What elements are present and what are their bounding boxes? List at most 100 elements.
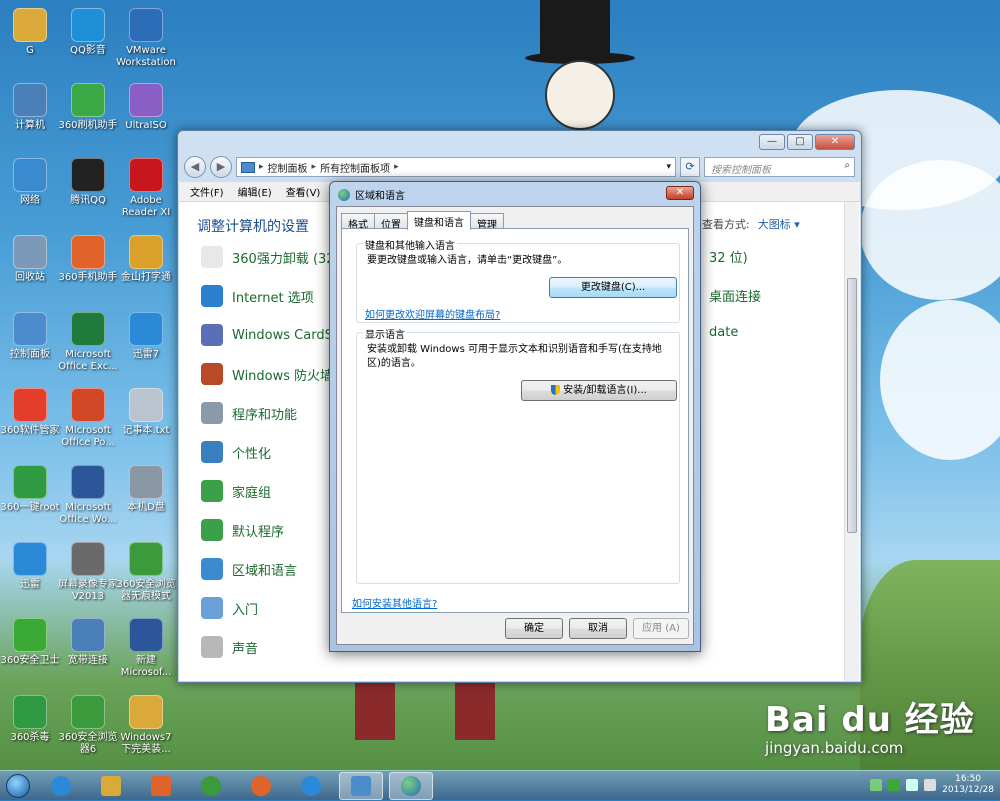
close-button[interactable]: ✕	[815, 134, 855, 150]
desktop-icon[interactable]: 本机D盘	[116, 465, 176, 514]
start-button[interactable]	[0, 771, 36, 801]
cancel-button[interactable]: 取消	[569, 618, 627, 639]
search-icon[interactable]: ⌕	[844, 160, 850, 171]
desktop-icon[interactable]: 记事本.txt	[116, 388, 176, 437]
desktop-icon[interactable]: 360手机助手	[58, 235, 118, 284]
ok-button[interactable]: 确定	[505, 618, 563, 639]
desktop-icon[interactable]: 360安全浏览器无痕模式	[116, 542, 176, 603]
control-panel-item[interactable]: 个性化	[201, 441, 271, 463]
dialog-close-button[interactable]: ✕	[666, 186, 694, 200]
control-panel-item[interactable]: 区域和语言	[201, 558, 297, 580]
desktop-icon[interactable]: 迅雷7	[116, 312, 176, 361]
view-value[interactable]: 大图标 ▾	[758, 218, 800, 231]
refresh-button[interactable]: ⟳	[680, 157, 700, 177]
apply-button[interactable]: 应用 (A)	[633, 618, 689, 639]
desktop-icon[interactable]: UltraISO	[116, 83, 176, 132]
desktop-icon[interactable]: 宽带连接	[58, 618, 118, 667]
desktop-icon[interactable]: VMware Workstation	[116, 8, 176, 69]
region-language-dialog[interactable]: 区域和语言 ✕ 格式 位置 键盘和语言 管理 键盘和其他输入语言 要更改键盘或输…	[329, 181, 701, 652]
control-panel-item-label: 个性化	[232, 446, 272, 462]
desktop-icon-label: 宽带连接	[68, 655, 108, 666]
desktop-icon[interactable]: Microsoft Office Wo...	[58, 465, 118, 526]
drive-icon	[129, 465, 163, 499]
back-button[interactable]: ◀	[184, 156, 206, 178]
desktop-icon[interactable]: QQ影音	[58, 8, 118, 57]
taskbar-360-phone[interactable]	[239, 772, 283, 800]
maximize-button[interactable]: □	[787, 134, 813, 150]
control-panel-icon	[241, 161, 255, 173]
desktop-icon[interactable]: 计算机	[0, 83, 60, 132]
taskbar-thunder[interactable]	[289, 772, 333, 800]
desktop-icon[interactable]: 控制面板	[0, 312, 60, 361]
desktop-icon-label: Adobe Reader XI	[121, 195, 171, 218]
network-tray-icon[interactable]	[906, 779, 919, 791]
360-phone-icon	[251, 775, 271, 796]
menu-edit[interactable]: 编辑(E)	[238, 184, 272, 199]
control-panel-item[interactable]: 家庭组	[201, 480, 271, 502]
taskbar-media[interactable]	[139, 772, 183, 800]
install-other-languages-link[interactable]: 如何安装其他语言?	[352, 595, 437, 610]
tab-keyboards-languages[interactable]: 键盘和语言	[407, 211, 471, 230]
control-panel-item[interactable]: Internet 选项	[201, 285, 314, 307]
desktop-icon[interactable]: 迅雷	[0, 542, 60, 591]
desktop-icon[interactable]: 新建 Microsof...	[116, 618, 176, 679]
scrollbar-thumb[interactable]	[847, 278, 857, 533]
taskbar-ie[interactable]	[39, 772, 83, 800]
welcome-screen-keyboard-link[interactable]: 如何更改欢迎屏幕的键盘布局?	[365, 306, 500, 321]
menu-file[interactable]: 文件(F)	[190, 184, 224, 199]
install-language-button[interactable]: 安装/卸载语言(I)...	[521, 380, 677, 401]
menu-view[interactable]: 查看(V)	[286, 184, 321, 199]
desktop-icon[interactable]: 360软件管家	[0, 388, 60, 437]
dialog-title-bar: 区域和语言	[338, 187, 405, 202]
desktop-icon-label: 回收站	[15, 272, 45, 283]
control-panel-item[interactable]: 360强力卸载 (32	[201, 246, 335, 268]
taskbar-region-language[interactable]	[389, 771, 433, 800]
control-panel-item[interactable]: Windows CardSp	[201, 324, 341, 346]
desktop-icon[interactable]: 屏幕录像专家V2013	[58, 542, 118, 603]
tab-location[interactable]: 位置	[374, 213, 408, 231]
control-panel-item[interactable]: Windows 防火墙	[201, 363, 333, 385]
tab-format[interactable]: 格式	[341, 213, 375, 231]
control-panel-item[interactable]: 默认程序	[201, 519, 284, 541]
minimize-button[interactable]: —	[759, 134, 785, 150]
breadcrumb-control-panel[interactable]: 控制面板	[268, 160, 308, 175]
desktop-icon[interactable]: 金山打字通	[116, 235, 176, 284]
item-fragment[interactable]: 桌面连接	[709, 286, 761, 305]
desktop-icon[interactable]: G	[0, 8, 60, 57]
address-bar[interactable]: ▸ 控制面板 ▸ 所有控制面板项 ▸ ▾	[236, 157, 676, 177]
control-panel-item[interactable]: 入门	[201, 597, 258, 619]
desktop-icon[interactable]: 回收站	[0, 235, 60, 284]
forward-button[interactable]: ▶	[210, 156, 232, 178]
control-panel-item[interactable]: 程序和功能	[201, 402, 297, 424]
volume-icon[interactable]	[924, 779, 937, 791]
address-dropdown-icon[interactable]: ▾	[666, 162, 671, 172]
360-tray-icon[interactable]	[888, 779, 901, 791]
desktop-icon[interactable]: Microsoft Office Po...	[58, 388, 118, 449]
item-fragment[interactable]: 32 位)	[709, 247, 748, 266]
battery-icon[interactable]	[870, 779, 883, 791]
desktop-icon[interactable]: 腾讯QQ	[58, 158, 118, 207]
desktop-icon[interactable]: Microsoft Office Exc...	[58, 312, 118, 373]
desktop-icon[interactable]: 网络	[0, 158, 60, 207]
search-input[interactable]: 搜索控制面板 ⌕	[704, 157, 855, 177]
desktop-icon[interactable]: Windows7下完美装...	[116, 695, 176, 756]
desktop-icon[interactable]: 360安全浏览器6	[58, 695, 118, 756]
desktop-icon[interactable]: 360杀毒	[0, 695, 60, 744]
control-panel-item[interactable]: 声音	[201, 636, 258, 658]
desktop-icon[interactable]: Adobe Reader XI	[116, 158, 176, 219]
change-keyboard-button[interactable]: 更改键盘(C)...	[549, 277, 677, 298]
desktop-icon[interactable]: 360刷机助手	[58, 83, 118, 132]
taskbar-explorer[interactable]	[89, 772, 133, 800]
recycle-bin-icon	[13, 235, 47, 269]
taskbar-control-panel[interactable]	[339, 771, 383, 800]
item-fragment[interactable]: date	[709, 325, 738, 340]
view-mode[interactable]: 查看方式: 大图标 ▾	[702, 216, 800, 232]
tab-administrative[interactable]: 管理	[470, 213, 504, 231]
desktop-icon[interactable]: 360一键root	[0, 465, 60, 514]
clock[interactable]: 16:50 2013/12/28	[942, 774, 994, 796]
desktop-icon[interactable]: 360安全卫士	[0, 618, 60, 667]
taskbar-360-browser[interactable]	[189, 772, 233, 800]
breadcrumb-separator: ▸	[259, 162, 264, 172]
breadcrumb-all-items[interactable]: 所有控制面板项	[320, 160, 390, 175]
vertical-scrollbar[interactable]	[844, 202, 859, 681]
